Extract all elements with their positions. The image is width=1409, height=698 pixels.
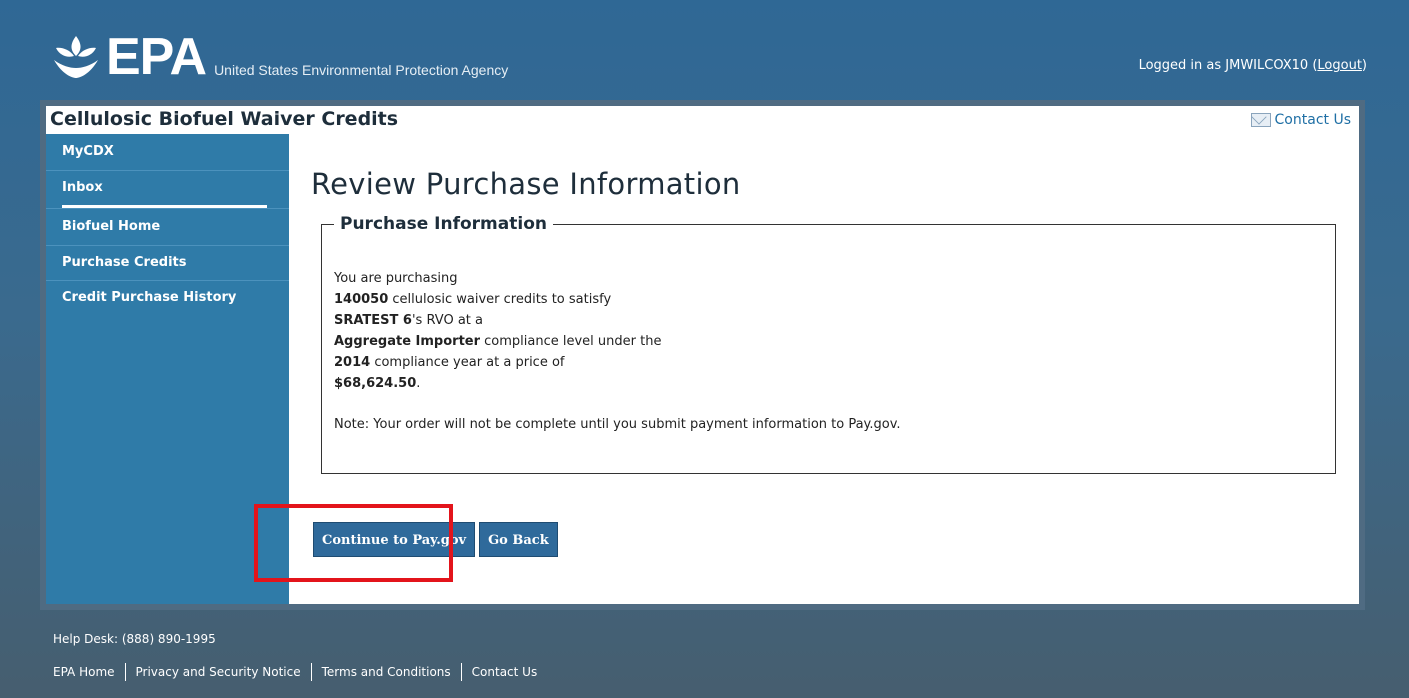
summary-line-1: You are purchasing (334, 271, 458, 286)
footer-separator (124, 663, 126, 681)
sidebar-nav: MyCDX Inbox Biofuel Home Purchase Credit… (46, 134, 289, 604)
footer-separator (460, 663, 462, 681)
sidebar-item-biofuel-home[interactable]: Biofuel Home (46, 208, 289, 246)
credits-count: 140050 (334, 292, 389, 307)
summary-line-5: 2014 compliance year at a price of (334, 355, 565, 370)
agency-name: United States Environmental Protection A… (214, 62, 509, 78)
company-name: SRATEST 6 (334, 313, 412, 328)
footer-links: EPA Home Privacy and Security Notice Ter… (53, 663, 537, 681)
sidebar-item-mycdx[interactable]: MyCDX (46, 134, 289, 171)
sidebar-item-inbox[interactable]: Inbox (46, 171, 289, 205)
go-back-button[interactable]: Go Back (479, 522, 558, 557)
summary-line-6: $68,624.50. (334, 376, 421, 391)
sidebar-item-purchase-credits[interactable]: Purchase Credits (46, 246, 289, 281)
epa-flower-icon (54, 36, 98, 78)
footer-link-contact[interactable]: Contact Us (472, 665, 538, 679)
app-panel: Cellulosic Biofuel Waiver Credits Contac… (46, 106, 1359, 604)
summary-line-4: Aggregate Importer compliance level unde… (334, 334, 662, 349)
summary-line-3: SRATEST 6's RVO at a (334, 313, 483, 328)
app-title-bar: Cellulosic Biofuel Waiver Credits Contac… (46, 106, 1359, 134)
purchase-summary: You are purchasing 140050 cellulosic wai… (334, 268, 901, 435)
summary-line-2: 140050 cellulosic waiver credits to sati… (334, 292, 612, 307)
continue-to-paygov-button[interactable]: Continue to Pay.gov (313, 522, 476, 557)
compliance-level: Aggregate Importer (334, 334, 481, 349)
site-header: EPA United States Environmental Protecti… (0, 0, 1409, 88)
logged-in-status: Logged in as JMWILCOX10 (Logout) (1138, 58, 1367, 73)
sidebar-item-credit-purchase-history[interactable]: Credit Purchase History (46, 281, 289, 315)
footer-link-privacy[interactable]: Privacy and Security Notice (136, 665, 301, 679)
compliance-year: 2014 (334, 355, 371, 370)
epa-logo[interactable]: EPA United States Environmental Protecti… (50, 28, 509, 86)
payment-note: Note: Your order will not be complete un… (334, 417, 901, 432)
logo-text: EPA (106, 28, 207, 86)
logout-link[interactable]: Logout (1317, 58, 1362, 73)
purchase-info-fieldset: Purchase Information You are purchasing … (321, 214, 1336, 474)
help-desk: Help Desk: (888) 890-1995 (53, 632, 216, 646)
contact-us-label: Contact Us (1274, 112, 1351, 128)
footer-separator (310, 663, 312, 681)
fieldset-legend: Purchase Information (340, 214, 547, 234)
purchase-price: $68,624.50 (334, 376, 417, 391)
contact-us-link[interactable]: Contact Us (1250, 112, 1351, 128)
button-row: Continue to Pay.gov Go Back (313, 522, 562, 557)
mail-icon (1250, 113, 1271, 127)
footer-link-terms[interactable]: Terms and Conditions (322, 665, 451, 679)
app-title: Cellulosic Biofuel Waiver Credits (50, 108, 399, 130)
logged-in-text: Logged in as JMWILCOX10 (1138, 58, 1309, 73)
main-content: Review Purchase Information Purchase Inf… (289, 134, 1359, 604)
footer-link-epa-home[interactable]: EPA Home (53, 665, 115, 679)
page-title: Review Purchase Information (311, 167, 741, 202)
